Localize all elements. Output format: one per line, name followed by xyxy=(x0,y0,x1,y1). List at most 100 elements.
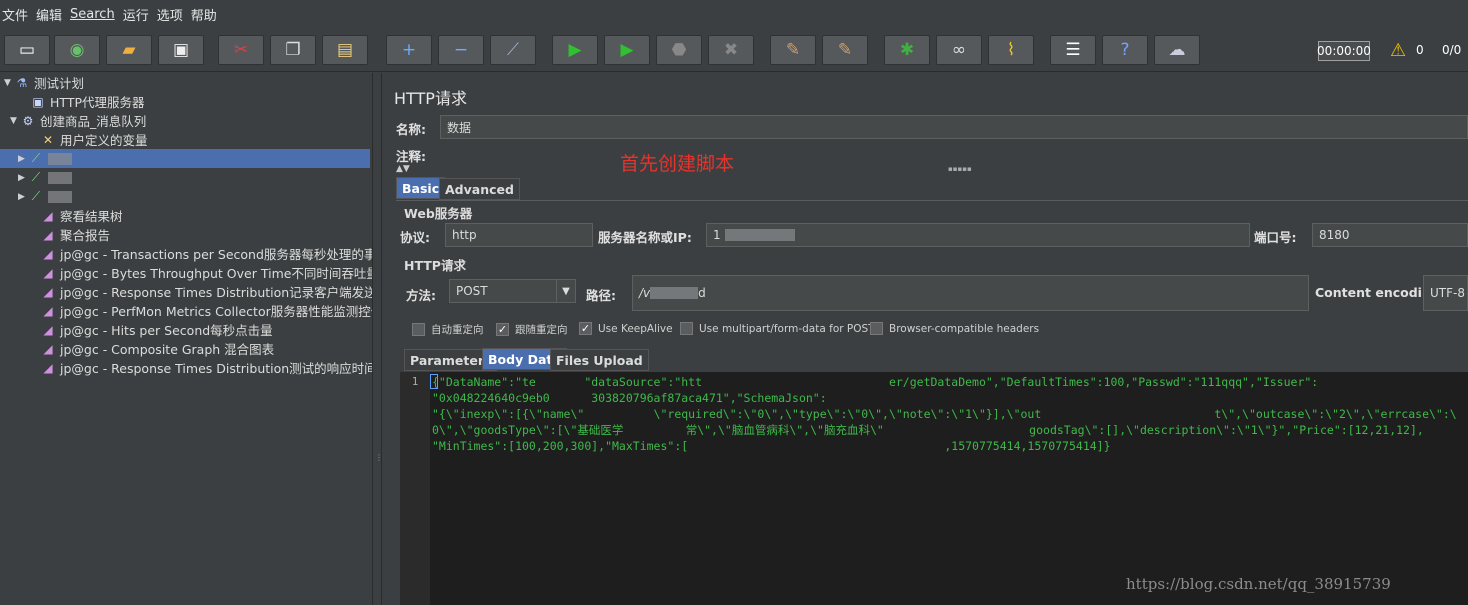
checkbox-browser-headers[interactable]: Browser-compatible headers xyxy=(870,322,1039,335)
method-select[interactable]: POST xyxy=(449,279,557,303)
checkbox-box[interactable]: ✓ xyxy=(579,322,592,335)
save-button[interactable]: ▣ xyxy=(158,35,204,65)
expand-toggle-icon[interactable]: ▶ xyxy=(18,173,28,183)
stop-icon: ⬣ xyxy=(671,39,687,60)
copy-icon: ❐ xyxy=(285,39,301,60)
tree-node[interactable]: ◢ jp@gc - Bytes Throughput Over Time不同时间吞… xyxy=(30,263,404,282)
collapse-toggle-icon[interactable]: ▼ xyxy=(10,116,20,126)
toggle-button[interactable]: ⟋ xyxy=(490,35,536,65)
collapse-button[interactable]: − xyxy=(438,35,484,65)
tree-node[interactable]: ◢ jp@gc - Composite Graph 混合图表 xyxy=(30,339,274,358)
collapse-toggle-icon[interactable]: ▼ xyxy=(4,78,14,88)
port-field[interactable]: 8180 xyxy=(1312,223,1468,247)
name-value: 数据 xyxy=(447,120,472,135)
templates-button[interactable]: ◉ xyxy=(54,35,100,65)
tree-node[interactable]: ◢ jp@gc - Transactions per Second服务器每秒处理的… xyxy=(30,244,401,263)
tab-files-upload[interactable]: Files Upload xyxy=(550,349,649,371)
function-helper-button[interactable]: ✱ xyxy=(884,35,930,65)
code-line: "0x048224640c9eb0 303820796af87aca471","… xyxy=(432,391,827,405)
graph-icon: ◢ xyxy=(43,303,53,318)
tree-node[interactable]: ◢ 察看结果树 xyxy=(30,206,122,225)
tree-node[interactable]: ▼ ⚙ 创建商品_消息队列 xyxy=(10,111,146,130)
code-line: "{\"inexp\":[{\"name\" \"required\":\"0\… xyxy=(432,407,1457,421)
method-value: POST xyxy=(456,284,488,298)
start-no-pause-button[interactable]: ▶ xyxy=(604,35,650,65)
clear-all-button[interactable]: ✎ xyxy=(822,35,868,65)
tab-underline xyxy=(396,200,1468,201)
copy-button[interactable]: ❐ xyxy=(270,35,316,65)
checkbox-keepalive[interactable]: ✓ Use KeepAlive xyxy=(579,322,673,335)
redacted-label xyxy=(48,190,72,203)
path-field[interactable]: /v d xyxy=(632,275,1309,311)
binoculars-icon: ∞ xyxy=(951,39,967,60)
menu-edit[interactable]: 编辑 xyxy=(36,5,62,24)
tree-node[interactable]: ▶ ⟋ xyxy=(0,149,370,168)
body-data-code[interactable]: {"DataName":"te "dataSource":"htt er/get… xyxy=(432,374,1466,454)
expand-button[interactable]: + xyxy=(386,35,432,65)
tab-basic[interactable]: Basic xyxy=(396,177,446,199)
content-encoding-field[interactable]: UTF-8 xyxy=(1423,275,1468,311)
proxy-icon: ▣ xyxy=(32,94,44,109)
graph-icon: ◢ xyxy=(43,322,53,337)
server-field[interactable]: 1 xyxy=(706,223,1250,247)
tree-node[interactable]: ◢ 聚合报告 xyxy=(30,225,110,244)
open-button[interactable]: ▰ xyxy=(106,35,152,65)
tree-node[interactable]: ▼ ⚗ 测试计划 xyxy=(4,73,84,92)
checkbox-auto-redirect[interactable]: 自动重定向 xyxy=(412,322,484,337)
list-button[interactable]: ☰ xyxy=(1050,35,1096,65)
tree-node[interactable]: ◢ jp@gc - PerfMon Metrics Collector服务器性能监… xyxy=(30,301,383,320)
paste-button[interactable]: ▤ xyxy=(322,35,368,65)
menu-search[interactable]: Search xyxy=(70,7,115,22)
tree-node-label: 测试计划 xyxy=(34,76,85,91)
checkbox-box[interactable]: ✓ xyxy=(496,323,509,336)
web-server-section: Web服务器 xyxy=(404,206,473,221)
checkbox-box[interactable] xyxy=(412,323,425,336)
split-grip-icon[interactable]: ▪▪▪▪▪ xyxy=(948,165,972,173)
split-arrows-icon[interactable]: ▲▼ xyxy=(396,164,410,174)
tree-node[interactable]: ▣ HTTP代理服务器 xyxy=(20,92,144,111)
checkbox-box[interactable] xyxy=(870,322,883,335)
start-button[interactable]: ▶ xyxy=(552,35,598,65)
pipette-icon: ⟋ xyxy=(31,170,41,184)
method-dropdown-arrow[interactable]: ▼ xyxy=(556,279,576,303)
name-field[interactable]: 数据 xyxy=(440,115,1468,139)
shutdown-button[interactable]: ✖ xyxy=(708,35,754,65)
tree-node[interactable]: ▶ ⟋ xyxy=(18,168,72,187)
search-button[interactable]: ∞ xyxy=(936,35,982,65)
tree-node[interactable]: ▶ ⟋ xyxy=(18,187,72,206)
stop-button[interactable]: ⬣ xyxy=(656,35,702,65)
reset-search-button[interactable]: ⌇ xyxy=(988,35,1034,65)
protocol-field[interactable]: http xyxy=(445,223,593,247)
help-button[interactable]: ? xyxy=(1102,35,1148,65)
clear-button[interactable]: ✎ xyxy=(770,35,816,65)
path-value-end: d xyxy=(698,286,706,300)
redacted-path xyxy=(650,287,699,299)
checkbox-label: 自动重定向 xyxy=(431,324,484,336)
cut-icon: ✂ xyxy=(233,39,249,60)
split-pane-divider[interactable]: ⋮ xyxy=(372,73,383,605)
chevron-down-icon: ▼ xyxy=(562,285,570,297)
code-line: 0\",\"goodsType\":[\"基础医学 常\",\"脑血管病科\",… xyxy=(432,423,1424,437)
tree-node[interactable]: ✕ 用户定义的变量 xyxy=(30,130,148,149)
menu-help[interactable]: 帮助 xyxy=(191,5,217,24)
tree-node[interactable]: ◢ jp@gc - Hits per Second每秒点击量 xyxy=(30,320,272,339)
expand-toggle-icon[interactable]: ▶ xyxy=(18,192,28,202)
menu-file[interactable]: 文件 xyxy=(2,5,28,24)
graph-icon: ◢ xyxy=(43,227,53,242)
new-button[interactable]: ▭ xyxy=(4,35,50,65)
expand-toggle-icon[interactable]: ▶ xyxy=(18,154,28,164)
graph-icon: ◢ xyxy=(43,246,53,261)
checkbox-box[interactable] xyxy=(680,322,693,335)
checkbox-follow-redirect[interactable]: ✓ 跟随重定向 xyxy=(496,322,568,337)
warning-icon[interactable]: ⚠ xyxy=(1390,40,1406,61)
checkbox-multipart[interactable]: Use multipart/form-data for POST xyxy=(680,322,875,335)
tree-node[interactable]: ◢ jp@gc - Response Times Distribution测试的响… xyxy=(30,358,401,377)
menu-options[interactable]: 选项 xyxy=(157,5,183,24)
cut-button[interactable]: ✂ xyxy=(218,35,264,65)
tree-node[interactable]: ◢ jp@gc - Response Times Distribution记录客户… xyxy=(30,282,401,301)
graph-icon: ◢ xyxy=(43,284,53,299)
remote-button[interactable]: ☁ xyxy=(1154,35,1200,65)
comment-field[interactable] xyxy=(434,143,1468,163)
tab-advanced[interactable]: Advanced xyxy=(439,178,520,200)
menu-run[interactable]: 运行 xyxy=(123,5,149,24)
